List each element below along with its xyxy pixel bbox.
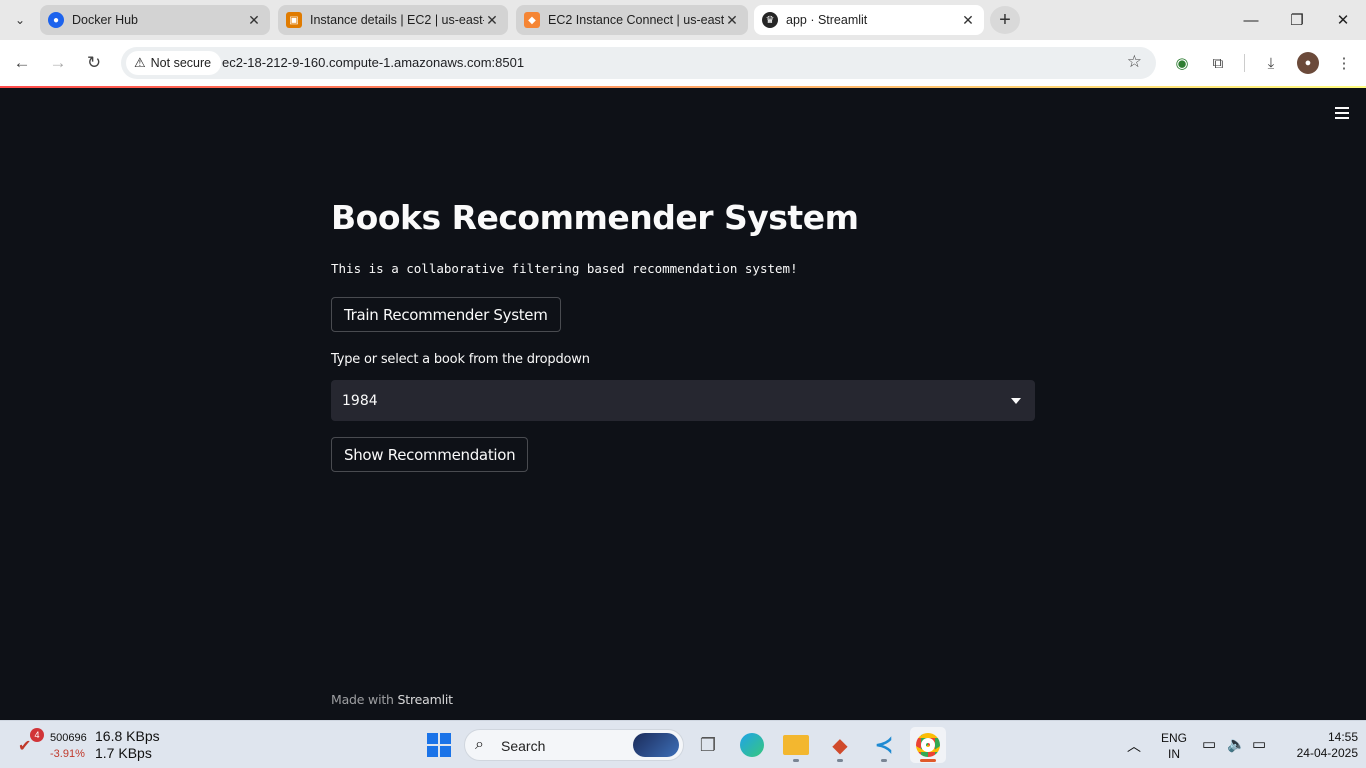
check-icon: ✔ (18, 738, 32, 755)
folder-icon (783, 735, 809, 755)
start-button[interactable] (421, 727, 457, 763)
browser-tab-strip: ⌄ ● Docker Hub ✕ ▣ Instance details | EC… (0, 0, 1366, 40)
close-tab-icon[interactable]: ✕ (724, 12, 740, 28)
footer-prefix: Made with (331, 692, 398, 707)
running-indicator (837, 759, 843, 762)
tab-docker-hub[interactable]: ● Docker Hub ✕ (40, 5, 270, 35)
selected-book-value: 1984 (342, 393, 378, 409)
battery-icon[interactable]: ▭ (1252, 735, 1266, 753)
address-bar[interactable]: ⚠ Not secure ec2-18-212-9-160.compute-1.… (121, 47, 1156, 79)
reload-icon[interactable]: ↻ (81, 50, 107, 76)
search-highlight-image (633, 733, 679, 757)
edge-icon (740, 733, 764, 757)
streamlit-link[interactable]: Streamlit (398, 692, 453, 707)
search-icon: ⌕ (475, 736, 484, 753)
download-speed: 16.8 KBps (95, 728, 160, 744)
windows-logo-icon (427, 733, 451, 757)
search-placeholder: Search (501, 738, 546, 754)
toolbar-divider (1244, 54, 1245, 72)
network-icon[interactable]: ▭ (1202, 735, 1216, 753)
chrome-icon (916, 733, 940, 757)
clock-time: 14:55 (1327, 730, 1358, 744)
forward-arrow-icon[interactable]: → (45, 50, 71, 76)
tab-title: Instance details | EC2 | us-east-1 (310, 13, 484, 27)
ticker-value: 500696 (50, 732, 87, 744)
footer: Made with Streamlit (331, 692, 1035, 707)
tab-title: EC2 Instance Connect | us-east- (548, 13, 724, 27)
more-menu-icon[interactable]: ⋮ (1333, 52, 1355, 74)
streamlit-icon: ♛ (762, 12, 778, 28)
book-select-dropdown[interactable]: 1984 (331, 380, 1035, 421)
upload-speed: 1.7 KBps (95, 745, 152, 761)
main-menu-hamburger-icon[interactable] (1330, 102, 1354, 124)
region-code: IN (1168, 747, 1180, 761)
running-indicator (920, 759, 936, 762)
taskbar: ✔ 4 500696 -3.91% 16.8 KBps 1.7 KBps ⌕ S… (0, 720, 1366, 768)
aws-icon: ◆ (524, 12, 540, 28)
git-diamond-icon: ◆ (832, 734, 848, 757)
tab-search-chevron-icon[interactable]: ⌄ (8, 8, 32, 32)
close-window-icon[interactable]: ✕ (1320, 0, 1366, 40)
tab-streamlit-app[interactable]: ♛ app · Streamlit ✕ (754, 5, 984, 35)
tab-title: app · Streamlit (786, 13, 868, 27)
close-tab-icon[interactable]: ✕ (960, 12, 976, 28)
browser-toolbar: ← → ↻ ⚠ Not secure ec2-18-212-9-160.comp… (0, 40, 1366, 86)
task-view-icon: ❐ (699, 734, 717, 755)
system-clock[interactable]: 14:55 24-04-2025 (1282, 729, 1358, 761)
language-indicator[interactable]: ENG IN (1160, 730, 1188, 762)
chevron-up-icon[interactable]: ︿ (1127, 736, 1141, 756)
chrome-button[interactable] (910, 727, 946, 763)
edge-button[interactable] (734, 727, 770, 763)
minimize-icon[interactable]: — (1228, 0, 1274, 40)
clock-date: 24-04-2025 (1296, 746, 1358, 760)
new-tab-button[interactable]: + (990, 6, 1020, 34)
book-select-label: Type or select a book from the dropdown (331, 352, 590, 367)
bookmark-star-icon[interactable]: ☆ (1127, 52, 1142, 72)
restore-icon[interactable]: ❐ (1274, 0, 1320, 40)
docker-icon: ● (48, 12, 64, 28)
back-arrow-icon[interactable]: ← (9, 50, 35, 76)
language-code: ENG (1160, 731, 1187, 745)
tab-instance-details[interactable]: ▣ Instance details | EC2 | us-east-1 ✕ (278, 5, 508, 35)
streamlit-app: Books Recommender System This is a colla… (0, 86, 1366, 720)
chevron-down-icon (1011, 398, 1021, 404)
download-icon[interactable]: ⤓ (1260, 52, 1282, 74)
page-title: Books Recommender System (331, 198, 859, 237)
security-label: Not secure (150, 56, 212, 70)
git-app-button[interactable]: ◆ (822, 727, 858, 763)
network-speed-widget[interactable]: ✔ 4 500696 -3.91% 16.8 KBps 1.7 KBps (18, 726, 178, 764)
warning-triangle-icon: ⚠ (134, 55, 146, 70)
header-decoration-bar (0, 86, 1366, 88)
page-subtitle: This is a collaborative filtering based … (331, 261, 798, 276)
file-explorer-button[interactable] (778, 727, 814, 763)
close-tab-icon[interactable]: ✕ (246, 12, 262, 28)
tab-title: Docker Hub (72, 13, 138, 27)
volume-icon[interactable]: 🔈 (1227, 735, 1246, 753)
close-tab-icon[interactable]: ✕ (484, 12, 500, 28)
extension-globe-icon[interactable]: ◉ (1171, 52, 1193, 74)
aws-ec2-icon: ▣ (286, 12, 302, 28)
tab-ec2-instance-connect[interactable]: ◆ EC2 Instance Connect | us-east- ✕ (516, 5, 748, 35)
running-indicator (793, 759, 799, 762)
profile-avatar[interactable]: ● (1297, 52, 1319, 74)
running-indicator (881, 759, 887, 762)
extensions-puzzle-icon[interactable]: ⧉ (1207, 52, 1229, 74)
task-view-button[interactable]: ❐ (690, 727, 726, 763)
security-chip[interactable]: ⚠ Not secure (126, 51, 222, 75)
ticker-change: -3.91% (50, 748, 85, 760)
url-text[interactable]: ec2-18-212-9-160.compute-1.amazonaws.com… (222, 55, 524, 70)
taskbar-search[interactable]: ⌕ Search (464, 729, 684, 761)
show-recommendation-button[interactable]: Show Recommendation (331, 437, 529, 472)
notification-badge: 4 (30, 728, 44, 742)
vscode-icon: ≺ (874, 732, 894, 757)
vscode-button[interactable]: ≺ (866, 727, 902, 763)
train-recommender-button[interactable]: Train Recommender System (331, 297, 561, 332)
